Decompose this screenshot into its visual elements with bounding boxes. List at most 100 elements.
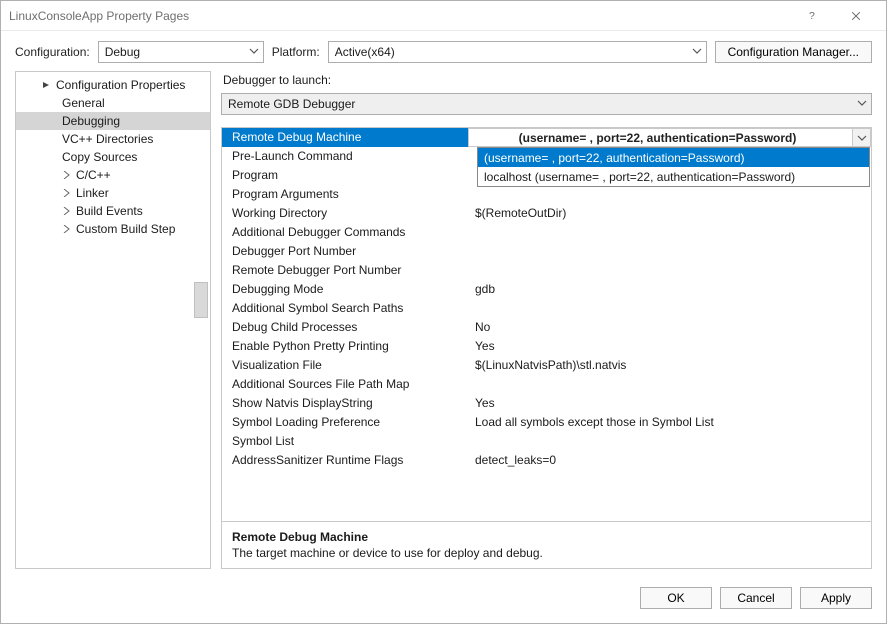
tree-item-label: Debugging — [62, 114, 120, 128]
property-value[interactable]: $(LinuxNatvisPath)\stl.natvis — [468, 356, 871, 375]
sidebar-scrollbar[interactable] — [194, 282, 208, 318]
expander-closed-icon — [62, 186, 72, 200]
property-row[interactable]: Symbol Loading PreferenceLoad all symbol… — [222, 413, 871, 432]
tree-item-ccpp[interactable]: C/C++ — [16, 166, 210, 184]
property-name: Additional Sources File Path Map — [222, 375, 468, 394]
tree-item-general[interactable]: General — [16, 94, 210, 112]
body: Configuration Properties General Debuggi… — [1, 71, 886, 577]
platform-value: Active(x64) — [335, 45, 395, 59]
property-value[interactable]: No — [468, 318, 871, 337]
description-title: Remote Debug Machine — [232, 530, 861, 544]
property-name: Remote Debugger Port Number — [222, 261, 468, 280]
property-name: Program — [222, 166, 468, 185]
chevron-down-icon — [249, 45, 259, 59]
remote-machine-dropdown[interactable]: (username= , port=22, authentication=Pas… — [477, 147, 870, 187]
property-row[interactable]: Symbol List — [222, 432, 871, 451]
help-icon[interactable]: ? — [790, 2, 834, 30]
property-value[interactable]: detect_leaks=0 — [468, 451, 871, 470]
property-row[interactable]: Remote Debugger Port Number — [222, 261, 871, 280]
property-value[interactable] — [468, 242, 871, 261]
property-row[interactable]: Additional Sources File Path Map — [222, 375, 871, 394]
ok-button[interactable]: OK — [640, 587, 712, 609]
property-row[interactable]: Debugging Modegdb — [222, 280, 871, 299]
property-name: AddressSanitizer Runtime Flags — [222, 451, 468, 470]
property-row[interactable]: AddressSanitizer Runtime Flagsdetect_lea… — [222, 451, 871, 470]
configuration-manager-button[interactable]: Configuration Manager... — [715, 41, 872, 63]
property-row[interactable]: Show Natvis DisplayStringYes — [222, 394, 871, 413]
dropdown-option[interactable]: (username= , port=22, authentication=Pas… — [478, 148, 869, 167]
tree-item-copysources[interactable]: Copy Sources — [16, 148, 210, 166]
property-row[interactable]: Visualization File$(LinuxNatvisPath)\stl… — [222, 356, 871, 375]
property-name: Show Natvis DisplayString — [222, 394, 468, 413]
property-name: Debugger Port Number — [222, 242, 468, 261]
tree-item-buildevents[interactable]: Build Events — [16, 202, 210, 220]
apply-button[interactable]: Apply — [800, 587, 872, 609]
property-row-selected[interactable]: Remote Debug Machine (username= , port=2… — [222, 128, 871, 147]
tree-root-label: Configuration Properties — [56, 78, 185, 92]
tree-item-vcdirs[interactable]: VC++ Directories — [16, 130, 210, 148]
property-name: Pre-Launch Command — [222, 147, 468, 166]
property-name: Working Directory — [222, 204, 468, 223]
property-name: Symbol Loading Preference — [222, 413, 468, 432]
property-grid: Remote Debug Machine (username= , port=2… — [221, 127, 872, 569]
tree-item-label: C/C++ — [76, 168, 111, 182]
tree-item-label: Build Events — [76, 204, 143, 218]
property-value[interactable]: Yes — [468, 337, 871, 356]
platform-select[interactable]: Active(x64) — [328, 41, 707, 63]
property-name: Remote Debug Machine — [222, 128, 468, 147]
cancel-button[interactable]: Cancel — [720, 587, 792, 609]
property-row[interactable]: Debugger Port Number — [222, 242, 871, 261]
debugger-launch-label: Debugger to launch: — [221, 71, 872, 93]
tree-item-label: Linker — [76, 186, 109, 200]
debugger-launch-select[interactable]: Remote GDB Debugger — [221, 93, 872, 115]
property-value-text: (username= , port=22, authentication=Pas… — [519, 131, 797, 145]
property-name: Program Arguments — [222, 185, 468, 204]
property-name: Additional Symbol Search Paths — [222, 299, 468, 318]
platform-label: Platform: — [272, 45, 320, 59]
tree-item-label: Custom Build Step — [76, 222, 175, 236]
chevron-down-icon — [692, 45, 702, 59]
chevron-down-icon[interactable] — [852, 129, 870, 146]
property-name: Enable Python Pretty Printing — [222, 337, 468, 356]
tree-item-custombuildstep[interactable]: Custom Build Step — [16, 220, 210, 238]
tree-item-linker[interactable]: Linker — [16, 184, 210, 202]
property-value[interactable]: $(RemoteOutDir) — [468, 204, 871, 223]
property-value[interactable]: Yes — [468, 394, 871, 413]
configuration-select[interactable]: Debug — [98, 41, 264, 63]
dropdown-option[interactable]: localhost (username= , port=22, authenti… — [478, 167, 869, 186]
property-value[interactable] — [468, 223, 871, 242]
property-row[interactable]: Additional Debugger Commands — [222, 223, 871, 242]
expander-closed-icon — [62, 204, 72, 218]
property-value[interactable] — [468, 375, 871, 394]
configuration-toolbar: Configuration: Debug Platform: Active(x6… — [1, 31, 886, 71]
property-name: Debug Child Processes — [222, 318, 468, 337]
tree-item-label: General — [62, 96, 105, 110]
close-icon[interactable] — [834, 2, 878, 30]
configuration-label: Configuration: — [15, 45, 90, 59]
property-value[interactable]: gdb — [468, 280, 871, 299]
property-row[interactable]: Debug Child ProcessesNo — [222, 318, 871, 337]
configuration-tree[interactable]: Configuration Properties General Debuggi… — [15, 71, 211, 569]
property-value[interactable]: Load all symbols except those in Symbol … — [468, 413, 871, 432]
property-row[interactable]: Working Directory$(RemoteOutDir) — [222, 204, 871, 223]
expander-closed-icon — [62, 168, 72, 182]
expander-closed-icon — [62, 222, 72, 236]
tree-root[interactable]: Configuration Properties — [16, 76, 210, 94]
tree-item-debugging[interactable]: Debugging — [16, 112, 210, 130]
configuration-value: Debug — [105, 45, 140, 59]
property-value[interactable] — [468, 185, 871, 204]
tree-item-label: Copy Sources — [62, 150, 137, 164]
property-row[interactable]: Enable Python Pretty PrintingYes — [222, 337, 871, 356]
property-row[interactable]: Program Arguments — [222, 185, 871, 204]
dialog-footer: OK Cancel Apply — [1, 577, 886, 623]
property-value[interactable] — [468, 432, 871, 451]
property-value-combo[interactable]: (username= , port=22, authentication=Pas… — [468, 128, 871, 147]
property-value[interactable] — [468, 299, 871, 318]
dropdown-option-label: (username= , port=22, authentication=Pas… — [484, 151, 744, 165]
property-row[interactable]: Additional Symbol Search Paths — [222, 299, 871, 318]
property-grid-body[interactable]: Remote Debug Machine (username= , port=2… — [222, 128, 871, 521]
dropdown-option-label: localhost (username= , port=22, authenti… — [484, 170, 795, 184]
property-name: Debugging Mode — [222, 280, 468, 299]
property-value[interactable] — [468, 261, 871, 280]
window-title: LinuxConsoleApp Property Pages — [9, 9, 790, 23]
